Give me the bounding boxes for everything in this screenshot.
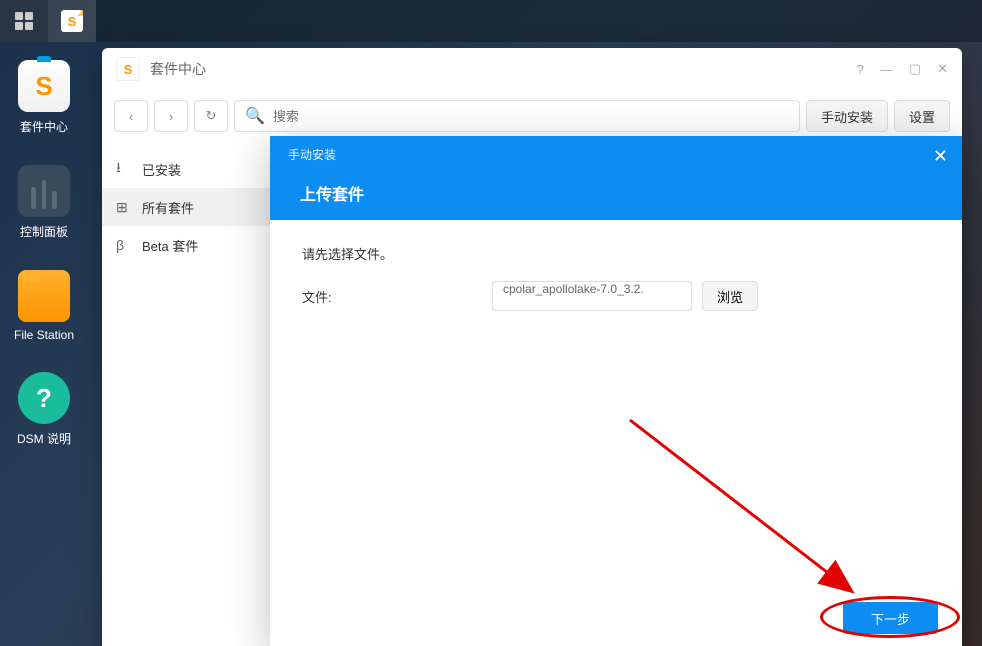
icon-label: 套件中心	[20, 118, 68, 135]
sidebar-item-installed[interactable]: ⭳ 已安装	[102, 150, 273, 188]
window-titlebar: S 套件中心 ? — ▢ ✕	[102, 48, 962, 90]
sidebar-item-all-packages[interactable]: ⊞ 所有套件	[102, 188, 273, 226]
modal-footer: 下一步	[270, 590, 962, 646]
chevron-right-icon: ›	[169, 109, 173, 124]
file-input[interactable]: cpolar_apollolake-7.0_3.2.	[492, 281, 692, 311]
file-row: 文件: cpolar_apollolake-7.0_3.2. 浏览	[302, 281, 930, 311]
desktop-icons: S 套件中心 控制面板 File Station ? DSM 说明	[10, 60, 78, 447]
taskbar-apps-button[interactable]	[0, 0, 48, 42]
window-title: 套件中心	[150, 59, 857, 79]
window-app-icon: S	[116, 57, 140, 81]
help-icon: ?	[18, 372, 70, 424]
grid-icon	[15, 12, 33, 30]
chevron-left-icon: ‹	[129, 109, 133, 124]
refresh-button[interactable]: ↻	[194, 100, 228, 132]
browse-button[interactable]: 浏览	[702, 281, 758, 311]
help-button[interactable]: ?	[857, 62, 864, 77]
modal-big-title: 上传套件	[300, 181, 944, 205]
modal-prompt: 请先选择文件。	[302, 244, 930, 263]
file-station-icon	[18, 270, 70, 322]
sidebar-item-label: 所有套件	[142, 198, 194, 217]
modal-body: 请先选择文件。 文件: cpolar_apollolake-7.0_3.2. 浏…	[270, 220, 962, 590]
manual-install-modal: 手动安装 上传套件 ✕ 请先选择文件。 文件: cpolar_apollolak…	[270, 136, 962, 646]
icon-label: 控制面板	[20, 223, 68, 240]
modal-header: 手动安装 上传套件 ✕	[270, 136, 962, 220]
package-center-icon: S	[61, 10, 83, 32]
package-center-icon: S	[18, 60, 70, 112]
control-panel-icon	[18, 165, 70, 217]
search-icon: 🔍	[245, 106, 265, 126]
back-button[interactable]: ‹	[114, 100, 148, 132]
search-input[interactable]	[273, 109, 789, 124]
modal-close-button[interactable]: ✕	[933, 146, 948, 167]
modal-small-title: 手动安装	[288, 146, 944, 163]
sidebar-item-beta[interactable]: β Beta 套件	[102, 226, 273, 264]
sidebar-item-label: Beta 套件	[142, 236, 198, 255]
download-icon: ⭳	[116, 157, 132, 181]
close-button[interactable]: ✕	[937, 61, 948, 77]
taskbar-app-package-center[interactable]: S	[48, 0, 96, 42]
manual-install-button[interactable]: 手动安装	[806, 100, 888, 132]
grid-icon: ⊞	[116, 199, 132, 216]
search-box[interactable]: 🔍	[234, 100, 800, 132]
forward-button[interactable]: ›	[154, 100, 188, 132]
sidebar-item-label: 已安装	[142, 160, 181, 179]
beta-icon: β	[116, 237, 132, 253]
desktop-icon-package-center[interactable]: S 套件中心	[10, 60, 78, 135]
icon-label: DSM 说明	[17, 430, 71, 447]
file-label: 文件:	[302, 287, 482, 306]
sidebar: ⭳ 已安装 ⊞ 所有套件 β Beta 套件	[102, 142, 274, 646]
refresh-icon: ↻	[206, 108, 217, 124]
next-button[interactable]: 下一步	[843, 602, 938, 634]
taskbar: S	[0, 0, 982, 42]
desktop-icon-control-panel[interactable]: 控制面板	[10, 165, 78, 240]
desktop-icon-dsm-help[interactable]: ? DSM 说明	[10, 372, 78, 447]
settings-button[interactable]: 设置	[894, 100, 950, 132]
window-toolbar: ‹ › ↻ 🔍 手动安装 设置	[102, 90, 962, 142]
maximize-button[interactable]: ▢	[909, 61, 921, 77]
desktop-icon-file-station[interactable]: File Station	[10, 270, 78, 342]
icon-label: File Station	[14, 328, 74, 342]
minimize-button[interactable]: —	[880, 62, 893, 77]
